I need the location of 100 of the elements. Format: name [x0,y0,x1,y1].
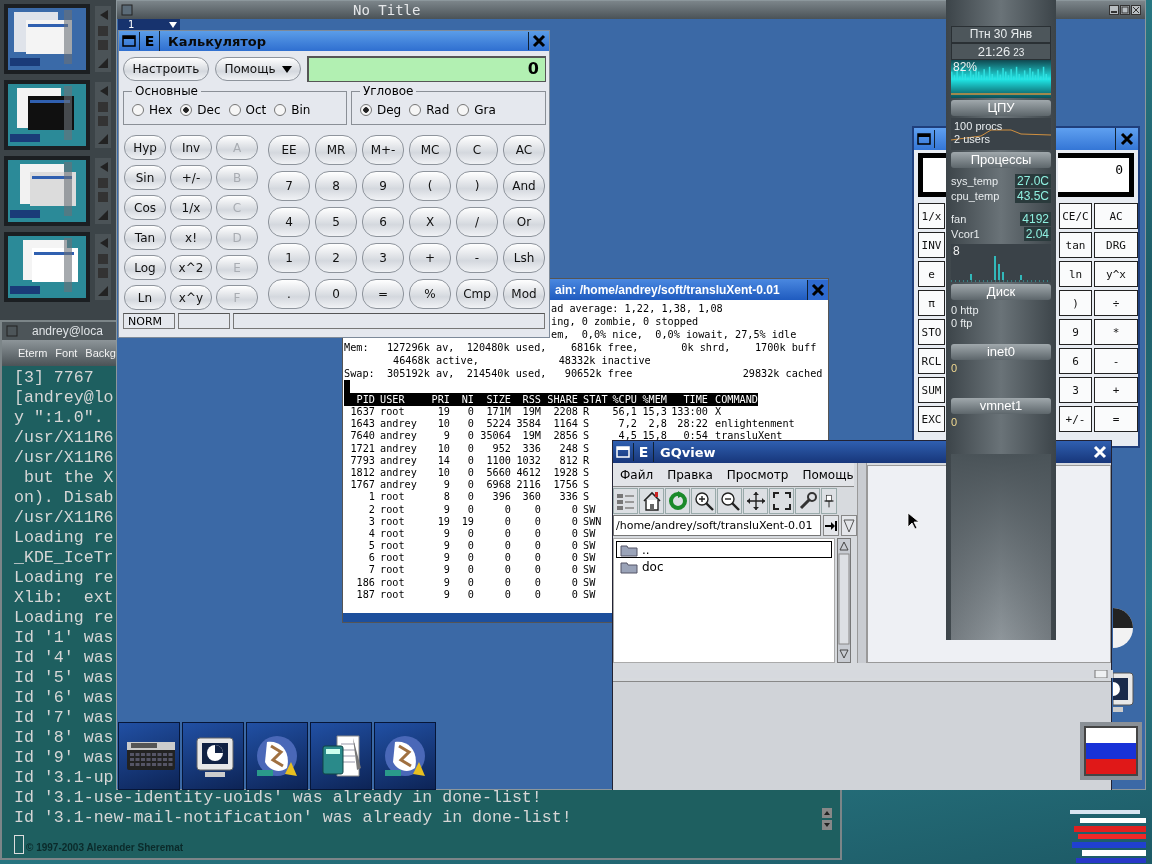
calculator-key[interactable]: 9 [362,171,404,201]
radio-label[interactable]: Dec [197,103,221,117]
menu-item[interactable]: Файл [620,467,654,482]
radio-button[interactable] [409,104,422,116]
close-icon[interactable] [1131,5,1141,15]
calculator-key[interactable]: STO [918,319,945,345]
calculator-key[interactable]: SUM [918,377,945,403]
calculator-key[interactable]: AC [503,135,545,165]
go-button[interactable] [823,515,839,536]
calculator-key[interactable]: Cmp [456,279,498,309]
toolbar-button[interactable] [821,488,837,514]
calculator-key[interactable]: + [409,243,451,273]
radio-button[interactable] [228,104,241,116]
calculator-key[interactable]: - [456,243,498,273]
calculator-key[interactable]: +/- [170,165,212,190]
window-menu-icon[interactable] [914,130,935,148]
launcher-button[interactable] [182,722,244,790]
calculator-key[interactable]: Or [503,207,545,237]
close-icon[interactable] [807,279,828,300]
calculator-key[interactable]: ) [456,171,498,201]
calculator-key[interactable]: 9 [1059,319,1092,345]
calculator-key[interactable]: π [918,290,945,316]
launcher-button[interactable] [246,722,308,790]
toolbar-button[interactable] [691,488,716,514]
calculator-key[interactable]: x! [170,225,212,250]
calculator-key[interactable]: M+- [362,135,404,165]
calculator-key[interactable]: Hyp [124,135,166,160]
calculator-key[interactable]: * [1094,319,1138,345]
calculator-key[interactable]: 3 [1059,377,1092,403]
calculator-key[interactable]: And [503,171,545,201]
window-menu-icon[interactable] [613,443,634,461]
calculator-key[interactable]: Ln [124,285,166,310]
calculator-key[interactable]: ln [1059,261,1092,287]
radio-label[interactable]: Oct [245,103,267,117]
calculator-key[interactable]: 1/x [170,195,212,220]
toolbar-button[interactable] [717,488,742,514]
calculator-key[interactable]: Mod [503,279,545,309]
dropdown-button[interactable] [841,515,857,536]
calculator-key[interactable]: tan [1059,232,1092,258]
radio-button[interactable] [360,104,372,116]
calculator-key[interactable]: MR [315,135,357,165]
calculator-key[interactable]: Log [124,255,166,280]
help-button[interactable]: Помощь [215,57,301,81]
scrollbar[interactable] [837,538,851,663]
calculator-key[interactable]: +/- [1059,406,1092,432]
calculator-key[interactable]: % [409,279,451,309]
calculator-key[interactable]: Inv [170,135,212,160]
calculator-key[interactable]: MC [409,135,451,165]
flag-icon[interactable] [1080,722,1142,780]
radio-button[interactable] [457,104,470,116]
radio-button[interactable] [180,104,193,116]
calculator-key[interactable]: / [456,207,498,237]
calculator-key[interactable]: 6 [1059,348,1092,374]
file-item[interactable]: doc [616,558,832,575]
calculator-key[interactable]: ) [1059,290,1092,316]
calculator-key[interactable]: y^x [1094,261,1138,287]
calculator-key[interactable]: C [456,135,498,165]
toolbar-button[interactable] [769,488,794,514]
menu-item[interactable]: Eterm [18,347,48,359]
calculator-key[interactable]: - [1094,348,1138,374]
calculator-key[interactable]: RCL [918,348,945,374]
calculator-key[interactable]: 1/x [918,203,945,229]
file-item[interactable]: .. [616,541,832,558]
calculator-key[interactable]: X [409,207,451,237]
window-menu-icon[interactable] [119,32,140,50]
calculator-key[interactable]: 6 [362,207,404,237]
calculator-key[interactable]: 0 [315,279,357,309]
menu-button[interactable]: E [634,442,654,462]
calculator-key[interactable]: EXC [918,406,945,432]
calculator-key[interactable]: INV [918,232,945,258]
settings-button[interactable]: Настроить [123,57,209,81]
radio-label[interactable]: Deg [377,103,402,117]
calculator-key[interactable]: e [918,261,945,287]
calculator-key[interactable]: 8 [315,171,357,201]
calculator-key[interactable]: + [1094,377,1138,403]
tab[interactable]: 1 [118,19,180,30]
toolbar-button[interactable] [743,488,768,514]
calculator-key[interactable]: . [268,279,310,309]
minimize-icon[interactable] [1109,5,1119,15]
calculator-key[interactable]: x^2 [170,255,212,280]
scroll-arrows-icon[interactable] [822,808,832,830]
calculator-key[interactable]: = [1094,406,1138,432]
radio-button[interactable] [274,104,287,116]
maximize-icon[interactable] [1120,5,1130,15]
launcher-button[interactable] [118,722,180,790]
launcher-button[interactable] [374,722,436,790]
menu-button[interactable]: E [140,31,160,51]
calculator-key[interactable]: = [362,279,404,309]
launcher-button[interactable] [310,722,372,790]
calculator-key[interactable]: 3 [362,243,404,273]
calculator-key[interactable]: 1 [268,243,310,273]
calculator-key[interactable]: CE/C [1059,203,1092,229]
calculator-key[interactable]: Sin [124,165,166,190]
calculator-key[interactable]: Lsh [503,243,545,273]
menu-item[interactable]: Backg [85,347,116,359]
menu-item[interactable]: Просмотр [726,467,789,482]
calculator-key[interactable]: ( [409,171,451,201]
toolbar-button[interactable] [795,488,820,514]
calculator-key[interactable]: ÷ [1094,290,1138,316]
menu-item[interactable]: Помощь [802,467,854,482]
